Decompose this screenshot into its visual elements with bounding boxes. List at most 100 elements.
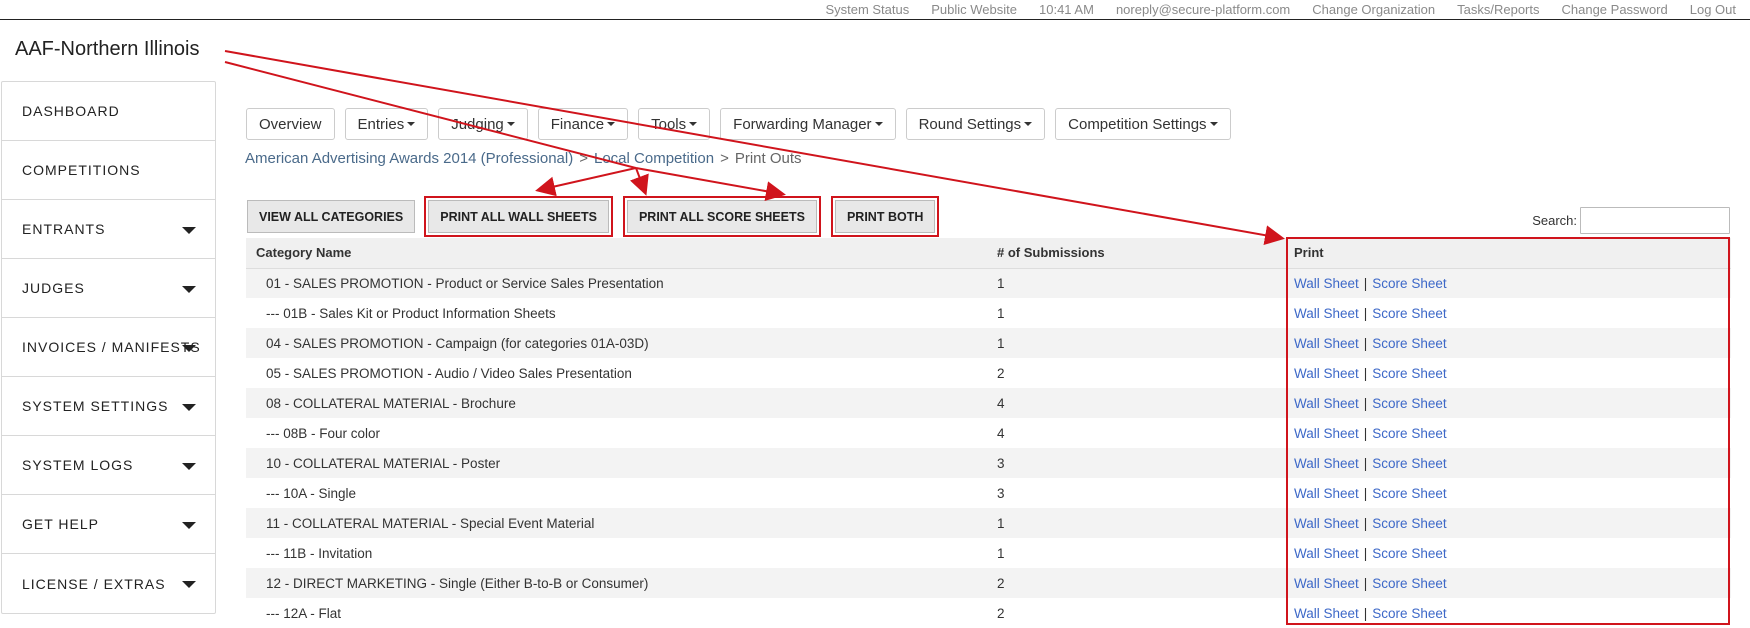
sidebar-item-invoices-manifests[interactable]: INVOICES / MANIFESTS	[2, 318, 215, 377]
organization-title: AAF-Northern Illinois	[15, 38, 200, 60]
top-bar: System Status Public Website 10:41 AM no…	[0, 0, 1750, 20]
sidebar-item-dashboard[interactable]: DASHBOARD	[2, 82, 215, 141]
submission-count: 1	[997, 545, 1005, 561]
submission-count: 1	[987, 508, 1284, 538]
wall-sheet-link[interactable]: Wall Sheet	[1294, 486, 1359, 501]
link-separator: |	[1363, 275, 1368, 291]
change-organization-link[interactable]: Change Organization	[1312, 2, 1435, 17]
link-separator: |	[1363, 305, 1368, 321]
tab-entries[interactable]: Entries	[344, 108, 429, 140]
public-website-link[interactable]: Public Website	[931, 2, 1017, 17]
tab-round-settings[interactable]: Round Settings	[905, 108, 1046, 140]
link-separator: |	[1363, 575, 1368, 591]
wall-sheet-link[interactable]: Wall Sheet	[1294, 606, 1359, 621]
category-name: 04 - SALES PROMOTION - Campaign (for cat…	[246, 328, 987, 358]
sidebar: DASHBOARD COMPETITIONS ENTRANTS JUDGES I…	[1, 81, 216, 614]
breadcrumb-round-link[interactable]: Local Competition	[594, 150, 714, 167]
log-out-link[interactable]: Log Out	[1690, 2, 1736, 17]
score-sheet-link[interactable]: Score Sheet	[1372, 486, 1446, 501]
wall-sheet-link[interactable]: Wall Sheet	[1294, 456, 1359, 471]
sidebar-item-judges[interactable]: JUDGES	[2, 259, 215, 318]
print-actions: VIEW ALL CATEGORIES PRINT ALL WALL SHEET…	[247, 196, 940, 237]
tasks-reports-link[interactable]: Tasks/Reports	[1457, 2, 1539, 17]
sidebar-item-label: SYSTEM SETTINGS	[22, 398, 169, 414]
submission-count: 3	[987, 448, 1284, 478]
score-sheet-link[interactable]: Score Sheet	[1372, 426, 1446, 441]
wall-sheet-link[interactable]: Wall Sheet	[1294, 576, 1359, 591]
print-links: Wall Sheet | Score Sheet	[1284, 568, 1731, 598]
search-input[interactable]	[1580, 207, 1730, 234]
score-sheet-link[interactable]: Score Sheet	[1372, 306, 1446, 321]
wall-sheet-link[interactable]: Wall Sheet	[1294, 396, 1359, 411]
wall-sheet-link[interactable]: Wall Sheet	[1294, 546, 1359, 561]
tab-finance[interactable]: Finance	[537, 108, 629, 140]
tab-label: Judging	[451, 115, 504, 133]
table-row: --- 12A - Flat 2 Wall Sheet | Score Sheet	[246, 598, 1731, 628]
sidebar-item-label: DASHBOARD	[22, 103, 120, 119]
sidebar-item-entrants[interactable]: ENTRANTS	[2, 200, 215, 259]
table-search: Search:	[1532, 207, 1730, 234]
table-header-row: Category Name # of Submissions Print	[246, 238, 1731, 269]
dropdown-caret-icon	[874, 122, 883, 126]
sidebar-item-system-logs[interactable]: SYSTEM LOGS	[2, 436, 215, 495]
score-sheet-link[interactable]: Score Sheet	[1372, 336, 1446, 351]
sidebar-item-license-extras[interactable]: LICENSE / EXTRAS	[2, 554, 215, 613]
sidebar-item-label: ENTRANTS	[22, 221, 106, 237]
category-name: 05 - SALES PROMOTION - Audio / Video Sal…	[266, 365, 632, 381]
print-links: Wall Sheet | Score Sheet	[1284, 358, 1731, 388]
link-separator: |	[1363, 605, 1368, 621]
category-name: --- 08B - Four color	[266, 425, 381, 441]
submission-count: 4	[987, 388, 1284, 418]
score-sheet-link[interactable]: Score Sheet	[1372, 516, 1446, 531]
breadcrumb-separator: >	[579, 150, 588, 167]
tab-forwarding-manager[interactable]: Forwarding Manager	[720, 108, 896, 140]
category-name: 12 - DIRECT MARKETING - Single (Either B…	[246, 568, 987, 598]
sidebar-item-system-settings[interactable]: SYSTEM SETTINGS	[2, 377, 215, 436]
link-separator: |	[1363, 425, 1368, 441]
score-sheet-link[interactable]: Score Sheet	[1372, 576, 1446, 591]
sidebar-item-competitions[interactable]: COMPETITIONS	[2, 141, 215, 200]
submission-count: 1	[987, 328, 1284, 358]
column-header-submissions[interactable]: # of Submissions	[987, 238, 1284, 269]
print-both-button[interactable]: PRINT BOTH	[830, 196, 940, 237]
tab-label: Overview	[259, 115, 322, 133]
score-sheet-link[interactable]: Score Sheet	[1372, 606, 1446, 621]
score-sheet-link[interactable]: Score Sheet	[1372, 276, 1446, 291]
score-sheet-link[interactable]: Score Sheet	[1372, 366, 1446, 381]
link-separator: |	[1363, 395, 1368, 411]
category-name: --- 01B - Sales Kit or Product Informati…	[266, 305, 556, 321]
score-sheet-link[interactable]: Score Sheet	[1372, 546, 1446, 561]
breadcrumb-competition-link[interactable]: American Advertising Awards 2014 (Profes…	[245, 150, 573, 167]
tab-competition-settings[interactable]: Competition Settings	[1055, 108, 1231, 140]
category-name: 10 - COLLATERAL MATERIAL - Poster	[246, 448, 987, 478]
change-password-link[interactable]: Change Password	[1562, 2, 1668, 17]
competition-tabs: Overview Entries Judging Finance Tools F…	[246, 108, 1231, 140]
score-sheet-link[interactable]: Score Sheet	[1372, 456, 1446, 471]
system-status-link[interactable]: System Status	[825, 2, 909, 17]
table-row: 12 - DIRECT MARKETING - Single (Either B…	[246, 568, 1731, 598]
sidebar-item-label: INVOICES / MANIFESTS	[22, 339, 201, 355]
wall-sheet-link[interactable]: Wall Sheet	[1294, 276, 1359, 291]
submission-count: 1	[987, 268, 1284, 298]
wall-sheet-link[interactable]: Wall Sheet	[1294, 366, 1359, 381]
caret-down-icon	[182, 463, 196, 470]
category-name: 11 - COLLATERAL MATERIAL - Special Event…	[246, 508, 987, 538]
category-name: 08 - COLLATERAL MATERIAL - Brochure	[246, 388, 987, 418]
tab-tools[interactable]: Tools	[638, 108, 711, 140]
breadcrumb-current-page: Print Outs	[734, 150, 802, 167]
wall-sheet-link[interactable]: Wall Sheet	[1294, 426, 1359, 441]
wall-sheet-link[interactable]: Wall Sheet	[1294, 336, 1359, 351]
print-all-score-sheets-button[interactable]: PRINT ALL SCORE SHEETS	[622, 196, 821, 237]
table-row: 10 - COLLATERAL MATERIAL - Poster 3 Wall…	[246, 448, 1731, 478]
sidebar-item-get-help[interactable]: GET HELP	[2, 495, 215, 554]
tab-overview[interactable]: Overview	[246, 108, 335, 140]
view-all-categories-button[interactable]: VIEW ALL CATEGORIES	[247, 200, 416, 233]
column-header-category-name[interactable]: Category Name	[246, 238, 987, 269]
print-links: Wall Sheet | Score Sheet	[1284, 598, 1731, 628]
wall-sheet-link[interactable]: Wall Sheet	[1294, 306, 1359, 321]
clock-time: 10:41 AM	[1039, 2, 1094, 17]
print-all-wall-sheets-button[interactable]: PRINT ALL WALL SHEETS	[424, 196, 613, 237]
tab-judging[interactable]: Judging	[438, 108, 528, 140]
wall-sheet-link[interactable]: Wall Sheet	[1294, 516, 1359, 531]
score-sheet-link[interactable]: Score Sheet	[1372, 396, 1446, 411]
